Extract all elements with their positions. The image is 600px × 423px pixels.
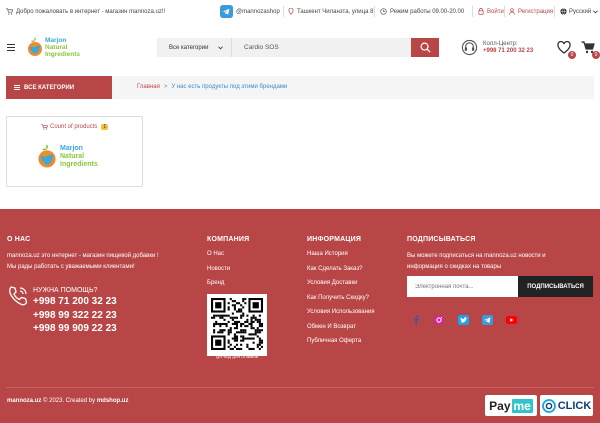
youtube-link[interactable] (505, 314, 517, 326)
subscribe-button[interactable]: ПОДПИСЫВАТЬСЯ (518, 276, 593, 297)
footer-link-delivery[interactable]: Условия Доставки (307, 280, 375, 295)
brand-logo-line3: Ingredients (60, 160, 98, 168)
menu-toggle-button[interactable] (7, 44, 15, 51)
facebook-icon (414, 315, 419, 325)
telegram-icon (481, 315, 493, 325)
breadcrumb-separator: > (163, 84, 168, 90)
copyright: mannoza.uz © 2023. Created by mdshop.uz (7, 398, 129, 404)
twitter-link[interactable] (457, 314, 469, 326)
footer-link-news[interactable]: Новости (207, 266, 230, 281)
instagram-link[interactable] (433, 314, 445, 326)
chevron-down-icon (593, 9, 599, 13)
logo-line2: Natural (45, 43, 68, 51)
footer-link-how-to-order[interactable]: Как Сделать Заказ? (307, 266, 375, 281)
brand-logo-line2: Natural (60, 152, 85, 160)
clock-icon (380, 8, 387, 15)
facebook-link[interactable] (410, 314, 422, 326)
brand-card[interactable]: Count of products 1 Marjon Natural Ingre… (6, 116, 143, 187)
subscribe-heading: ПОДПИСЫВАТЬСЯ (407, 236, 476, 243)
breadcrumb: Главная > У нас есть продукты под этими … (137, 84, 287, 90)
all-categories-button[interactable]: ВСЕ КАТЕГОРИИ (6, 76, 112, 99)
help-label: НУЖНА ПОМОЩЬ? (33, 287, 98, 294)
info-heading: ИНФОРМАЦИЯ (307, 236, 362, 243)
about-text: mannoza.uz это интернет - магазин пищево… (7, 253, 159, 270)
lock-icon (478, 8, 484, 15)
click-logo: CLICK (540, 395, 593, 416)
footer-link-returns[interactable]: Обмен И Возврат (307, 324, 375, 339)
telegram-footer-link[interactable] (481, 314, 493, 326)
cart-icon (41, 124, 48, 130)
footer-link-brand[interactable]: Бренд (207, 280, 230, 295)
cart-button[interactable]: 0 (581, 41, 600, 59)
welcome-message: Добро пожаловать в интернет - магазин ma… (6, 8, 165, 15)
product-count-badge: 1 (101, 124, 109, 130)
footer-link-about[interactable]: О Нас (207, 251, 230, 266)
logo-line3: Ingredients (45, 50, 81, 58)
telegram-icon (220, 5, 233, 18)
qr-code-image (211, 298, 263, 350)
cart-count-badge: 0 (592, 51, 600, 59)
brand-logo-line1: Marjon (60, 144, 83, 152)
location-pin-icon (288, 8, 294, 15)
footer-link-history[interactable]: Наша История (307, 251, 375, 266)
cart-icon (6, 8, 13, 15)
menu-icon (14, 85, 20, 90)
chevron-down-icon (218, 45, 223, 49)
store-address: Ташкент Чиланзта, улица 8 (288, 8, 373, 15)
call-center[interactable]: Колл-Центр: +998 71 200 32 23 (461, 39, 533, 56)
wishlist-count-badge: 0 (568, 51, 576, 59)
category-nav: ВСЕ КАТЕГОРИИ Главная > У нас есть проду… (6, 76, 594, 99)
working-hours: Режим работы 09.00-20.00 (380, 8, 464, 15)
logo-globe-icon (38, 144, 56, 168)
phone-number[interactable]: +998 71 200 32 23 (33, 296, 117, 310)
login-link[interactable]: Войти (478, 8, 504, 15)
company-heading: КОМПАНИЯ (207, 236, 250, 243)
language-selector[interactable]: Русский (560, 8, 599, 15)
search-icon (420, 42, 431, 53)
youtube-icon (505, 316, 517, 324)
search-input[interactable] (232, 38, 411, 57)
site-logo[interactable]: Marjon Natural Ingredients (27, 36, 80, 58)
top-bar: Добро пожаловать в интернет - магазин ma… (0, 0, 600, 24)
brand-logo[interactable]: Marjon Natural Ingredients (37, 143, 98, 170)
phone-icon (9, 286, 28, 306)
info-links: Наша История Как Сделать Заказ? Условия … (307, 251, 375, 353)
telegram-link[interactable]: @mannozashop (220, 5, 280, 18)
headset-icon (461, 39, 478, 56)
instagram-icon (434, 315, 444, 325)
user-icon (509, 8, 515, 15)
breadcrumb-home-link[interactable]: Главная (137, 84, 160, 90)
register-link[interactable]: Регистрация (509, 8, 553, 15)
search-button[interactable] (411, 38, 439, 57)
footer-divider (6, 387, 594, 388)
phone-number[interactable]: +998 99 909 22 23 (33, 323, 117, 337)
globe-icon (560, 8, 567, 15)
site-header: Marjon Natural Ingredients Все категории… (0, 26, 600, 72)
phone-list: +998 71 200 32 23 +998 99 322 22 23 +998… (33, 296, 117, 337)
twitter-icon (457, 315, 469, 325)
subscribe-form: ПОДПИСЫВАТЬСЯ (407, 276, 593, 297)
logo-globe-icon (28, 37, 42, 56)
site-footer: О НАС mannoza.uz это интернет - магазин … (0, 209, 600, 423)
payme-logo: Pay me (485, 395, 537, 416)
qr-code (207, 294, 267, 356)
wishlist-button[interactable]: 0 (557, 40, 576, 59)
search-category-select[interactable]: Все категории (157, 38, 232, 57)
footer-link-terms[interactable]: Условия Использования (307, 309, 375, 324)
qr-caption: QR-код для отзывов (215, 354, 259, 359)
subscribe-text: Вы можете подписаться на mannoza.uz ново… (407, 253, 546, 270)
product-count: Count of products 1 (41, 124, 109, 130)
logo-line1: Marjon (45, 36, 67, 44)
email-input[interactable] (407, 276, 518, 297)
phone-number[interactable]: +998 99 322 22 23 (33, 310, 117, 324)
company-links: О Нас Новости Бренд (207, 251, 230, 295)
click-circle-icon (541, 398, 556, 413)
help-block: НУЖНА ПОМОЩЬ? (7, 285, 97, 312)
breadcrumb-current: У нас есть продукты под этими брендами (171, 84, 288, 90)
developer-link[interactable]: mdshop.uz (97, 398, 129, 404)
search-bar: Все категории (157, 38, 439, 57)
footer-link-discount[interactable]: Как Получить Скидку? (307, 295, 375, 310)
footer-link-offer[interactable]: Публичная Оферта (307, 338, 375, 353)
about-heading: О НАС (7, 236, 31, 243)
